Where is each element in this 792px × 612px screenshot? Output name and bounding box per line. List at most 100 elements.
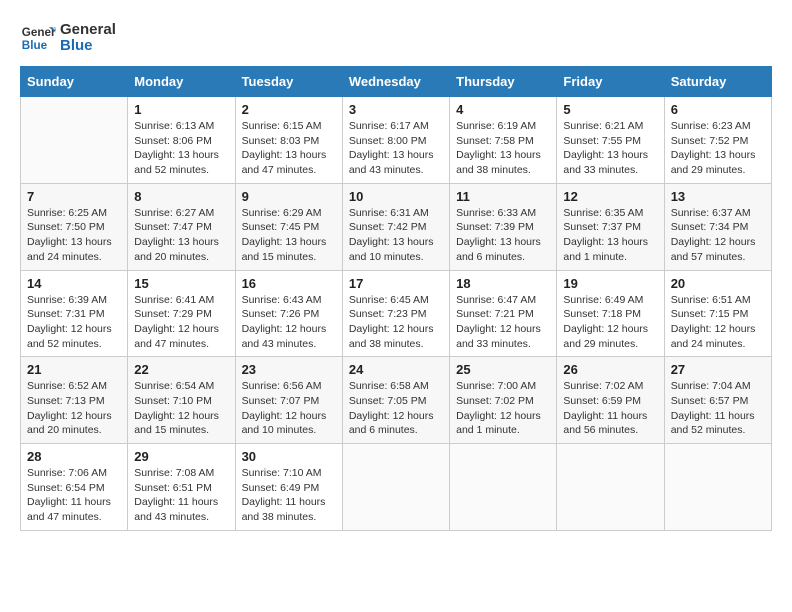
calendar-cell: 12 Sunrise: 6:35 AMSunset: 7:37 PMDayligh… [557, 183, 664, 270]
calendar-cell: 14Sunrise: 6:39 AMSunset: 7:31 PMDayligh… [21, 270, 128, 357]
day-info: Sunrise: 7:00 AMSunset: 7:02 PMDaylight:… [456, 379, 550, 438]
day-info: Sunrise: 6:19 AMSunset: 7:58 PMDaylight:… [456, 119, 550, 178]
day-info: Sunrise: 6:43 AMSunset: 7:26 PMDaylight:… [242, 293, 336, 352]
day-number: 11 [456, 189, 550, 204]
calendar-cell: 11 Sunrise: 6:33 AMSunset: 7:39 PMDayligh… [450, 183, 557, 270]
day-number: 1 [134, 102, 228, 117]
day-info: Sunrise: 6:56 AMSunset: 7:07 PMDaylight:… [242, 379, 336, 438]
calendar-cell: 21 Sunrise: 6:52 AMSunset: 7:13 PMDayligh… [21, 357, 128, 444]
day-info: Sunrise: 6:35 AMSunset: 7:37 PMDaylight:… [563, 206, 657, 265]
day-number: 13 [671, 189, 765, 204]
day-info: Sunrise: 6:17 AMSunset: 8:00 PMDaylight:… [349, 119, 443, 178]
day-info: Sunrise: 6:27 AMSunset: 7:47 PMDaylight:… [134, 206, 228, 265]
calendar-cell: 24 Sunrise: 6:58 AMSunset: 7:05 PMDayligh… [342, 357, 449, 444]
calendar-cell: 30 Sunrise: 7:10 AMSunset: 6:49 PMDayligh… [235, 444, 342, 531]
calendar-cell [342, 444, 449, 531]
calendar-cell: 10 Sunrise: 6:31 AMSunset: 7:42 PMDayligh… [342, 183, 449, 270]
calendar-cell: 28Sunrise: 7:06 AMSunset: 6:54 PMDayligh… [21, 444, 128, 531]
day-number: 3 [349, 102, 443, 117]
day-info: Sunrise: 7:08 AMSunset: 6:51 PMDaylight:… [134, 466, 228, 525]
day-number: 26 [563, 362, 657, 377]
day-info: Sunrise: 6:21 AMSunset: 7:55 PMDaylight:… [563, 119, 657, 178]
day-info: Sunrise: 6:54 AMSunset: 7:10 PMDaylight:… [134, 379, 228, 438]
calendar-week-2: 7Sunrise: 6:25 AMSunset: 7:50 PMDaylight… [21, 183, 772, 270]
day-info: Sunrise: 6:13 AMSunset: 8:06 PMDaylight:… [134, 119, 228, 178]
page-header: General Blue General Blue [20, 20, 772, 56]
calendar-cell: 6Sunrise: 6:23 AMSunset: 7:52 PMDaylight… [664, 97, 771, 184]
day-number: 21 [27, 362, 121, 377]
day-number: 15 [134, 276, 228, 291]
calendar-cell: 9 Sunrise: 6:29 AMSunset: 7:45 PMDaylight… [235, 183, 342, 270]
calendar-cell [450, 444, 557, 531]
calendar-cell: 15 Sunrise: 6:41 AMSunset: 7:29 PMDayligh… [128, 270, 235, 357]
day-info: Sunrise: 6:25 AMSunset: 7:50 PMDaylight:… [27, 206, 121, 265]
calendar-cell: 5Sunrise: 6:21 AMSunset: 7:55 PMDaylight… [557, 97, 664, 184]
day-info: Sunrise: 6:47 AMSunset: 7:21 PMDaylight:… [456, 293, 550, 352]
calendar-week-1: 1 Sunrise: 6:13 AMSunset: 8:06 PMDaylight… [21, 97, 772, 184]
calendar-body: 1 Sunrise: 6:13 AMSunset: 8:06 PMDaylight… [21, 97, 772, 531]
day-number: 6 [671, 102, 765, 117]
day-number: 30 [242, 449, 336, 464]
logo: General Blue General Blue [20, 20, 116, 56]
day-info: Sunrise: 6:49 AMSunset: 7:18 PMDaylight:… [563, 293, 657, 352]
weekday-header-wednesday: Wednesday [342, 67, 449, 97]
day-number: 18 [456, 276, 550, 291]
calendar-cell: 18 Sunrise: 6:47 AMSunset: 7:21 PMDayligh… [450, 270, 557, 357]
day-number: 23 [242, 362, 336, 377]
calendar-cell [557, 444, 664, 531]
day-number: 16 [242, 276, 336, 291]
logo-icon: General Blue [20, 20, 56, 56]
weekday-header-monday: Monday [128, 67, 235, 97]
calendar-cell: 27 Sunrise: 7:04 AMSunset: 6:57 PMDayligh… [664, 357, 771, 444]
calendar-cell: 3 Sunrise: 6:17 AMSunset: 8:00 PMDaylight… [342, 97, 449, 184]
svg-text:Blue: Blue [22, 39, 48, 52]
calendar-cell [21, 97, 128, 184]
day-number: 20 [671, 276, 765, 291]
calendar-cell [664, 444, 771, 531]
calendar-cell: 22Sunrise: 6:54 AMSunset: 7:10 PMDayligh… [128, 357, 235, 444]
day-number: 28 [27, 449, 121, 464]
day-info: Sunrise: 7:10 AMSunset: 6:49 PMDaylight:… [242, 466, 336, 525]
day-number: 9 [242, 189, 336, 204]
day-info: Sunrise: 7:04 AMSunset: 6:57 PMDaylight:… [671, 379, 765, 438]
day-info: Sunrise: 6:33 AMSunset: 7:39 PMDaylight:… [456, 206, 550, 265]
day-info: Sunrise: 7:02 AMSunset: 6:59 PMDaylight:… [563, 379, 657, 438]
day-number: 17 [349, 276, 443, 291]
calendar-cell: 19Sunrise: 6:49 AMSunset: 7:18 PMDayligh… [557, 270, 664, 357]
weekday-header-friday: Friday [557, 67, 664, 97]
calendar-cell: 4 Sunrise: 6:19 AMSunset: 7:58 PMDaylight… [450, 97, 557, 184]
day-number: 25 [456, 362, 550, 377]
calendar-cell: 1 Sunrise: 6:13 AMSunset: 8:06 PMDaylight… [128, 97, 235, 184]
calendar-cell: 25 Sunrise: 7:00 AMSunset: 7:02 PMDayligh… [450, 357, 557, 444]
calendar-cell: 26 Sunrise: 7:02 AMSunset: 6:59 PMDayligh… [557, 357, 664, 444]
calendar-cell: 7Sunrise: 6:25 AMSunset: 7:50 PMDaylight… [21, 183, 128, 270]
day-number: 29 [134, 449, 228, 464]
day-number: 4 [456, 102, 550, 117]
day-info: Sunrise: 6:52 AMSunset: 7:13 PMDaylight:… [27, 379, 121, 438]
day-info: Sunrise: 6:31 AMSunset: 7:42 PMDaylight:… [349, 206, 443, 265]
calendar-cell: 29 Sunrise: 7:08 AMSunset: 6:51 PMDayligh… [128, 444, 235, 531]
day-number: 10 [349, 189, 443, 204]
day-info: Sunrise: 6:29 AMSunset: 7:45 PMDaylight:… [242, 206, 336, 265]
day-info: Sunrise: 6:37 AMSunset: 7:34 PMDaylight:… [671, 206, 765, 265]
day-number: 12 [563, 189, 657, 204]
calendar-cell: 16 Sunrise: 6:43 AMSunset: 7:26 PMDayligh… [235, 270, 342, 357]
day-info: Sunrise: 6:41 AMSunset: 7:29 PMDaylight:… [134, 293, 228, 352]
day-number: 14 [27, 276, 121, 291]
weekday-header-sunday: Sunday [21, 67, 128, 97]
calendar-cell: 17 Sunrise: 6:45 AMSunset: 7:23 PMDayligh… [342, 270, 449, 357]
calendar-cell: 23 Sunrise: 6:56 AMSunset: 7:07 PMDayligh… [235, 357, 342, 444]
day-info: Sunrise: 6:58 AMSunset: 7:05 PMDaylight:… [349, 379, 443, 438]
day-number: 24 [349, 362, 443, 377]
weekday-header-thursday: Thursday [450, 67, 557, 97]
calendar-cell: 8Sunrise: 6:27 AMSunset: 7:47 PMDaylight… [128, 183, 235, 270]
calendar-week-5: 28Sunrise: 7:06 AMSunset: 6:54 PMDayligh… [21, 444, 772, 531]
day-info: Sunrise: 6:45 AMSunset: 7:23 PMDaylight:… [349, 293, 443, 352]
weekday-header-saturday: Saturday [664, 67, 771, 97]
calendar-week-4: 21 Sunrise: 6:52 AMSunset: 7:13 PMDayligh… [21, 357, 772, 444]
weekday-header-tuesday: Tuesday [235, 67, 342, 97]
day-info: Sunrise: 6:51 AMSunset: 7:15 PMDaylight:… [671, 293, 765, 352]
calendar-week-3: 14Sunrise: 6:39 AMSunset: 7:31 PMDayligh… [21, 270, 772, 357]
day-number: 27 [671, 362, 765, 377]
day-number: 2 [242, 102, 336, 117]
